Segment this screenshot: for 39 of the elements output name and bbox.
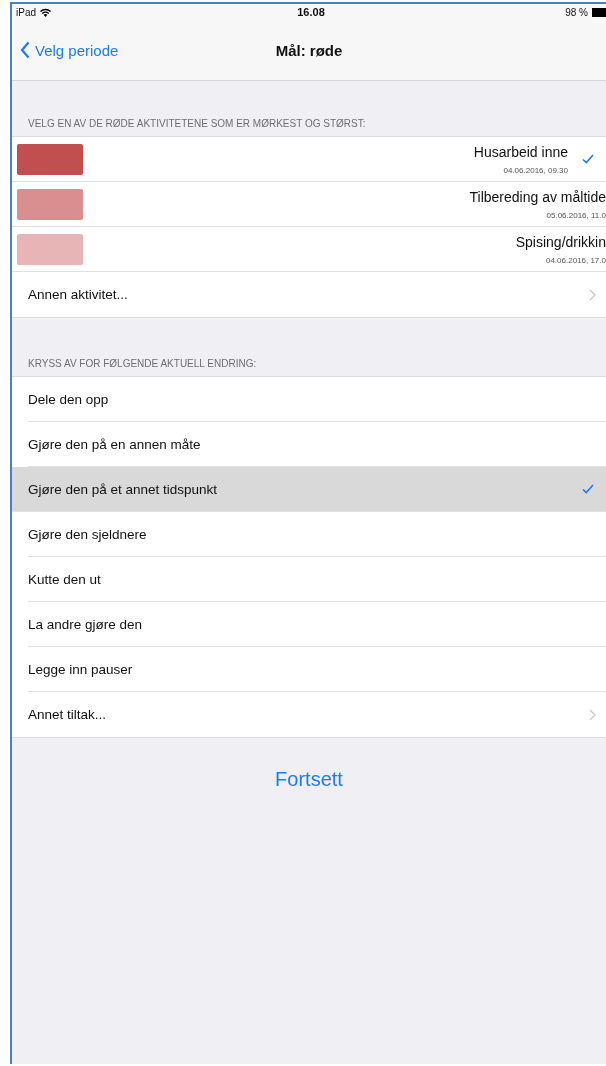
activity-row[interactable]: Spising/drikkin 04.06.2016, 17.0 <box>12 227 606 272</box>
option-row[interactable]: Dele den opp <box>28 377 606 422</box>
row-label: La andre gjøre den <box>28 616 143 632</box>
battery-icon <box>592 7 606 17</box>
section-header: KRYSS AV FOR FØLGENDE AKTUELL ENDRING: <box>28 358 257 369</box>
wifi-icon <box>40 7 51 17</box>
activity-row[interactable]: Husarbeid inne 04.06.2016, 09.30 <box>12 137 606 182</box>
screen-title: Mål: røde <box>275 41 343 59</box>
status-time: 16.08 <box>297 6 325 18</box>
section-header: VELG EN AV DE RØDE AKTIVITETENE SOM ER MØRKEST OG STØRST: <box>28 118 366 129</box>
activity-date: 04.06.2016, 17.0 <box>545 255 606 265</box>
option-row[interactable]: Legge inn pauser <box>28 647 606 692</box>
chevron-left-icon <box>20 41 30 59</box>
activity-name: Tilbereding av måltide <box>469 188 606 205</box>
activity-date: 05.06.2016, 11.0 <box>546 210 606 220</box>
activity-name: Spising/drikkin <box>515 233 606 250</box>
chevron-right-icon <box>589 708 596 721</box>
back-button[interactable]: Velg periode <box>12 41 119 59</box>
battery-percent: 98 % <box>565 6 588 18</box>
row-label: Legge inn pauser <box>28 661 133 677</box>
activity-row[interactable]: Tilbereding av måltide 05.06.2016, 11.0 <box>12 182 606 227</box>
row-label: Gjøre den på en annen måte <box>28 436 201 452</box>
checkmark-icon <box>582 484 594 494</box>
activity-date: 04.06.2016, 09.30 <box>503 165 568 175</box>
row-label: Gjøre den på et annet tidspunkt <box>28 481 218 497</box>
activity-name: Husarbeid inne <box>473 143 568 160</box>
row-label: Gjøre den sjeldnere <box>28 526 147 542</box>
other-measure-row[interactable]: Annet tiltak... <box>28 692 606 737</box>
other-activity-row[interactable]: Annen aktivitet... <box>28 272 606 317</box>
chevron-right-icon <box>589 288 596 301</box>
option-row[interactable]: Kutte den ut <box>28 557 606 602</box>
row-label: Kutte den ut <box>28 571 101 587</box>
device-name: iPad <box>16 6 36 18</box>
row-label: Dele den opp <box>28 391 109 407</box>
option-row[interactable]: Gjøre den sjeldnere <box>28 512 606 557</box>
row-label: Annet tiltak... <box>28 707 107 722</box>
row-label: Annen aktivitet... <box>28 287 128 302</box>
option-row[interactable]: La andre gjøre den <box>28 602 606 647</box>
option-row[interactable]: Gjøre den på et annet tidspunkt <box>12 467 606 512</box>
